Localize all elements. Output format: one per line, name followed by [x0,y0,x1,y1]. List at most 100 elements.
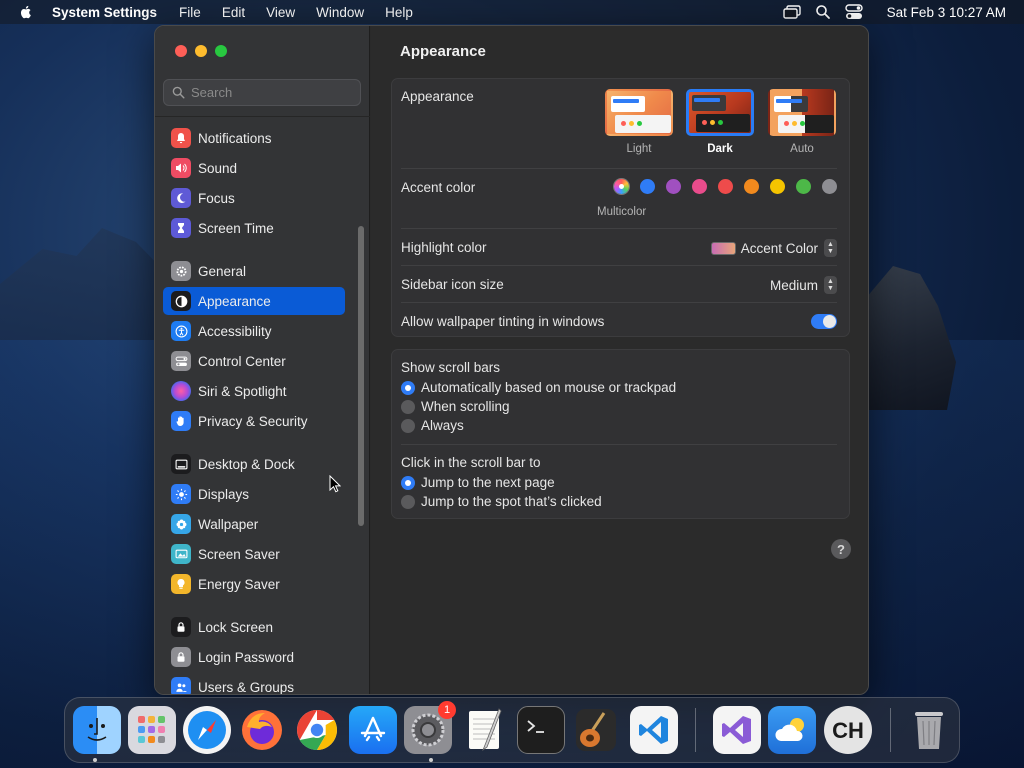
menu-clock[interactable]: Sat Feb 3 10:27 AM [887,5,1006,20]
firefox-icon[interactable] [238,706,286,754]
terminal-icon[interactable] [517,706,565,754]
weather-icon[interactable] [768,706,816,754]
control-center-icon[interactable] [844,4,863,20]
search-field[interactable] [163,79,361,106]
vscode-icon[interactable] [630,706,678,754]
accent-purple[interactable] [666,179,681,194]
menu-app-name[interactable]: System Settings [52,5,157,20]
search-input[interactable] [191,85,351,100]
gear-icon [171,261,191,281]
click-option-next-page[interactable]: Jump to the next page [401,475,555,490]
page-title: Appearance [400,43,486,60]
appearance-option-dark[interactable]: Dark [685,89,755,155]
radio-button[interactable] [401,418,415,433]
sidebar-item-desktop-dock[interactable]: Desktop & Dock [163,450,345,478]
running-indicator [93,758,97,762]
running-indicator [429,758,433,762]
sidebar-item-appearance[interactable]: Appearance [163,287,345,315]
appearance-option-auto[interactable]: Auto [767,89,837,155]
zoom-button[interactable] [215,45,227,57]
sidebar-item-lock-screen[interactable]: Lock Screen [163,613,345,641]
radio-button[interactable] [401,380,415,395]
sidebar-item-general[interactable]: General [163,257,345,285]
accent-orange[interactable] [744,179,759,194]
ch-app-icon[interactable]: CH [824,706,872,754]
menu-window[interactable]: Window [316,5,364,20]
sidebar-item-screen-time[interactable]: Screen Time [163,214,345,242]
highlight-color-popup[interactable]: Accent Color ▲ ▼ [710,239,837,257]
trash-icon[interactable] [905,706,953,754]
chrome-icon[interactable] [293,706,341,754]
menu-file[interactable]: File [179,5,201,20]
sidebar-item-label: Screen Time [198,220,274,236]
sidebar-item-control-center[interactable]: Control Center [163,347,345,375]
sidebar-item-siri-spotlight[interactable]: Siri & Spotlight [163,377,345,405]
sidebar-item-privacy-security[interactable]: Privacy & Security [163,407,345,435]
divider [401,265,837,266]
sidebar-icon-size-popup[interactable]: Medium ▲ ▼ [770,276,837,294]
radio-button[interactable] [401,475,415,490]
sidebar-item-notifications[interactable]: Notifications [163,124,345,152]
screen-mirroring-icon[interactable] [782,5,801,19]
sidebar-item-focus[interactable]: Focus [163,184,345,212]
menu-view[interactable]: View [266,5,295,20]
launchpad-icon[interactable] [128,706,176,754]
sidebar-item-label: Desktop & Dock [198,456,295,472]
window-controls [175,45,227,57]
sidebar-item-label: Appearance [198,293,271,309]
sidebar-item-energy-saver[interactable]: Energy Saver [163,570,345,598]
click-option-spot-clicked[interactable]: Jump to the spot that’s clicked [401,494,602,509]
radio-label: Jump to the next page [421,475,555,490]
sidebar-item-login-password[interactable]: Login Password [163,643,345,671]
accent-red[interactable] [718,179,733,194]
sidebar-item-label: General [198,263,247,279]
accent-green[interactable] [796,179,811,194]
garageband-icon[interactable] [572,706,620,754]
sidebar-item-accessibility[interactable]: Accessibility [163,317,345,345]
scroll-option-when-scrolling[interactable]: When scrolling [401,399,510,414]
lock-icon [171,617,191,637]
textedit-icon[interactable] [461,706,509,754]
highlight-swatch [710,241,736,255]
menu-edit[interactable]: Edit [222,5,245,20]
wallpaper-tinting-toggle[interactable] [811,314,837,329]
sidebar-item-label: Sound [198,160,238,176]
visual-studio-icon[interactable] [713,706,761,754]
safari-icon[interactable] [183,706,231,754]
close-button[interactable] [175,45,187,57]
appearance-option-light[interactable]: Light [604,89,674,155]
dark-caption: Dark [707,143,733,155]
wallpaper-island [866,266,956,410]
spotlight-search-icon[interactable] [815,4,831,20]
radio-button[interactable] [401,494,415,509]
accent-multicolor[interactable] [614,179,629,194]
sidebar-item-screen-saver[interactable]: Screen Saver [163,540,345,568]
sidebar-item-sound[interactable]: Sound [163,154,345,182]
help-button[interactable]: ? [831,539,851,559]
scroll-option-automatic[interactable]: Automatically based on mouse or trackpad [401,380,676,395]
accent-blue[interactable] [640,179,655,194]
finder-icon[interactable] [73,706,121,754]
apple-menu-icon[interactable] [18,4,34,20]
scroll-option-always[interactable]: Always [401,418,464,433]
system-settings-window: Notifications Sound Focus Screen Time [154,25,869,695]
app-store-icon[interactable] [349,706,397,754]
sidebar-scrollbar[interactable] [358,226,364,526]
dock: 1 CH [64,697,960,763]
sidebar-item-users-groups[interactable]: Users & Groups [163,673,345,694]
menu-help[interactable]: Help [385,5,413,20]
radio-button[interactable] [401,399,415,414]
accent-pink[interactable] [692,179,707,194]
sidebar-item-wallpaper[interactable]: Wallpaper [163,510,345,538]
system-settings-dock-icon[interactable]: 1 [404,701,456,754]
accent-yellow[interactable] [770,179,785,194]
dock-separator [890,708,891,752]
sidebar-item-displays[interactable]: Displays [163,480,345,508]
minimize-button[interactable] [195,45,207,57]
sidebar: Notifications Sound Focus Screen Time [155,26,370,694]
screen-saver-icon [171,544,191,564]
radio-label: Always [421,418,464,433]
toggles-icon [171,351,191,371]
accent-graphite[interactable] [822,179,837,194]
speaker-icon [171,158,191,178]
